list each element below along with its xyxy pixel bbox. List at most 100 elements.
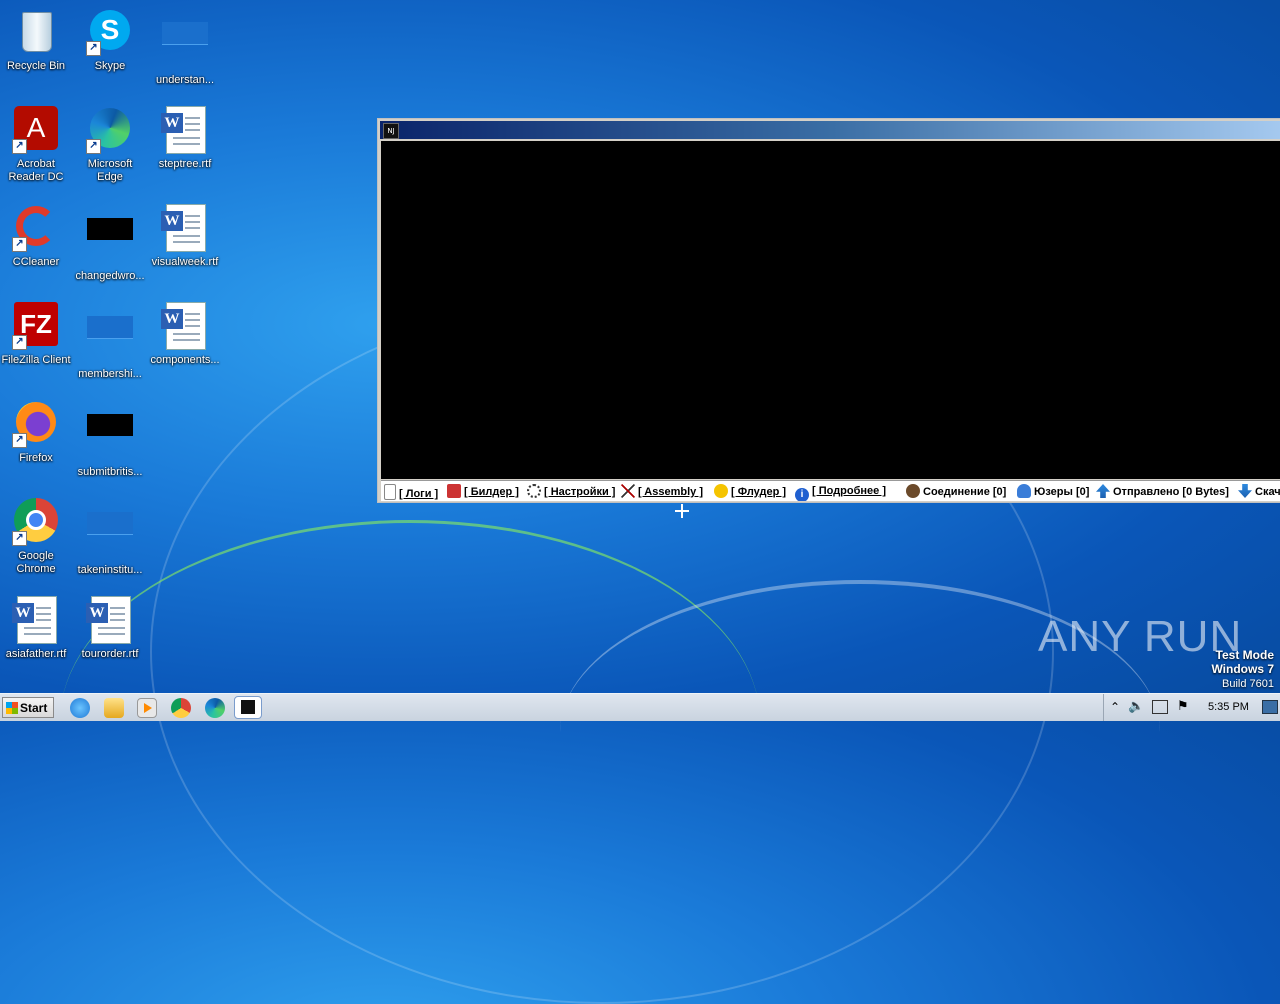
- changedwro-file[interactable]: changedwro...: [74, 204, 146, 283]
- chrome-taskbar-icon[interactable]: [171, 698, 191, 718]
- desktop-icon-label: tourorder.rtf: [81, 648, 139, 660]
- desktop-icon-label: membershi...: [78, 368, 142, 380]
- firefox-icon: ↗: [12, 400, 60, 448]
- acrobat-reader-shortcut[interactable]: A ↗ Acrobat Reader DC: [0, 106, 72, 184]
- firefox-shortcut[interactable]: ↗ Firefox: [0, 400, 72, 465]
- desktop-icon-label: Google Chrome: [16, 550, 56, 575]
- word-document-icon: W: [161, 204, 209, 252]
- test-mode-label: Test Mode: [1215, 648, 1274, 662]
- app-window: NJ [ Логи ] [ Билдер ] [ Настройки ] [ A…: [377, 118, 1280, 503]
- start-button[interactable]: Start: [2, 697, 54, 718]
- asiafather-file[interactable]: W asiafather.rtf: [0, 596, 72, 661]
- app-taskbar-button[interactable]: [234, 696, 262, 719]
- desktop-icon-label: changedwro...: [75, 270, 145, 282]
- tools-icon: [621, 484, 635, 498]
- takeninstitu-file[interactable]: takeninstitu...: [74, 498, 146, 577]
- sent-counter: Отправлено [0 Bytes]: [1096, 484, 1229, 499]
- desktop-icon-label: understan...: [155, 74, 215, 86]
- builder-icon: [447, 484, 461, 498]
- download-arrow-icon: [1238, 484, 1252, 498]
- membershi-file[interactable]: membershi...: [74, 302, 146, 381]
- more-button[interactable]: i[ Подробнее ]: [795, 484, 886, 501]
- desktop-icon-label: components...: [150, 354, 220, 366]
- black-file-icon: [86, 218, 134, 266]
- blank-file-icon: [161, 22, 209, 70]
- smiley-icon: [714, 484, 728, 498]
- windows-logo-icon: [6, 702, 18, 714]
- taskbar: Start ⌃ 🔈 ⚑ 5:35 PM: [0, 693, 1280, 721]
- build-label: Build 7601: [1222, 678, 1274, 690]
- word-document-icon: W: [161, 302, 209, 350]
- edge-icon: ↗: [86, 106, 134, 154]
- logs-button[interactable]: [ Логи ]: [384, 484, 438, 500]
- word-document-icon: W: [12, 596, 60, 644]
- chrome-shortcut[interactable]: ↗ Google Chrome: [0, 498, 72, 576]
- edge-shortcut[interactable]: ↗ Microsoft Edge: [74, 106, 146, 184]
- info-icon: i: [795, 488, 809, 501]
- ccleaner-icon: ↗: [12, 204, 60, 252]
- assembly-button[interactable]: [ Assembly ]: [621, 484, 703, 499]
- edge-taskbar-icon[interactable]: [205, 698, 225, 718]
- tourorder-file[interactable]: W tourorder.rtf: [74, 596, 146, 661]
- word-document-icon: W: [161, 106, 209, 154]
- components-file[interactable]: W components...: [149, 302, 221, 367]
- submitbritis-file[interactable]: submitbritis...: [74, 400, 146, 479]
- desktop-icon-label: Skype: [94, 60, 126, 72]
- visualweek-file[interactable]: W visualweek.rtf: [149, 204, 221, 269]
- volume-icon[interactable]: 🔈: [1128, 699, 1144, 714]
- desktop-icon-label: Firefox: [19, 452, 53, 464]
- desktop-icon-label: CCleaner: [12, 256, 60, 268]
- upload-arrow-icon: [1096, 484, 1110, 498]
- desktop-icon-label: asiafather.rtf: [5, 648, 67, 660]
- gear-icon: [527, 484, 541, 498]
- recycle-bin-icon: [12, 8, 60, 56]
- show-hidden-icons-icon[interactable]: ⌃: [1110, 700, 1120, 714]
- desktop-icon-label: takeninstitu...: [77, 564, 143, 576]
- wallpaper-swirl-green: [60, 520, 760, 923]
- received-counter: Скач: [1238, 484, 1280, 499]
- connections-counter: Соединение [0]: [906, 484, 1006, 499]
- network-icon[interactable]: [1152, 700, 1168, 714]
- blank-file-icon: [86, 316, 134, 364]
- connections-panel[interactable]: [381, 141, 1280, 479]
- show-desktop-button[interactable]: [1262, 700, 1278, 714]
- app-icon[interactable]: NJ: [383, 123, 399, 139]
- desktop-icon-label: steptree.rtf: [158, 158, 212, 170]
- internet-explorer-icon[interactable]: [70, 698, 90, 718]
- action-center-flag-icon[interactable]: ⚑: [1177, 699, 1189, 714]
- understan-file[interactable]: understan...: [149, 8, 221, 87]
- user-icon: [1017, 484, 1031, 498]
- watermark-text: ANY RUN: [1038, 612, 1243, 661]
- black-file-icon: [86, 414, 134, 462]
- desktop-icon-label: visualweek.rtf: [151, 256, 219, 268]
- steptree-file[interactable]: W steptree.rtf: [149, 106, 221, 171]
- acrobat-icon: A ↗: [12, 106, 60, 154]
- filezilla-shortcut[interactable]: FZ ↗ FileZilla Client: [0, 302, 72, 367]
- window-titlebar[interactable]: NJ: [380, 121, 1280, 139]
- skype-shortcut[interactable]: S ↗ Skype: [74, 8, 146, 73]
- desktop-icon-label: Acrobat Reader DC: [8, 158, 64, 183]
- start-label: Start: [20, 701, 48, 715]
- tray-divider: [1103, 694, 1104, 721]
- builder-button[interactable]: [ Билдер ]: [447, 484, 519, 499]
- clock[interactable]: 5:35 PM: [1208, 701, 1249, 713]
- word-document-icon: W: [86, 596, 134, 644]
- recycle-bin-shortcut[interactable]: Recycle Bin: [0, 8, 72, 73]
- status-bar: [ Логи ] [ Билдер ] [ Настройки ] [ Asse…: [381, 480, 1280, 501]
- skype-icon: S ↗: [86, 8, 134, 56]
- connection-icon: [906, 484, 920, 498]
- os-label: Windows 7: [1211, 662, 1274, 676]
- file-explorer-icon[interactable]: [104, 698, 124, 718]
- document-icon: [384, 484, 396, 500]
- settings-button[interactable]: [ Настройки ]: [527, 484, 615, 499]
- blank-file-icon: [86, 512, 134, 560]
- chrome-icon: ↗: [12, 498, 60, 546]
- desktop-icon-label: Recycle Bin: [6, 60, 66, 72]
- media-player-icon[interactable]: [137, 698, 157, 718]
- desktop-icon-label: submitbritis...: [77, 466, 143, 478]
- filezilla-icon: FZ ↗: [12, 302, 60, 350]
- ccleaner-shortcut[interactable]: ↗ CCleaner: [0, 204, 72, 269]
- flooder-button[interactable]: [ Флудер ]: [714, 484, 786, 499]
- desktop-icon-label: Microsoft Edge: [87, 158, 133, 183]
- cursor-icon: [673, 504, 691, 518]
